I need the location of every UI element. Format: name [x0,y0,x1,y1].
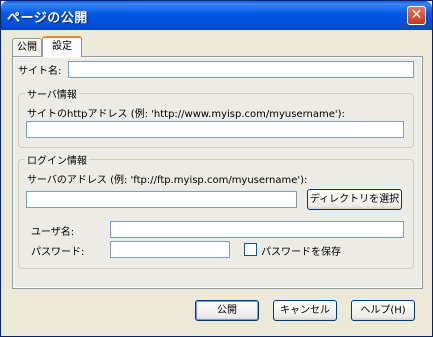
tab-publish-label: 公開 [17,42,37,53]
tab-publish[interactable]: 公開 [12,38,42,56]
save-password-checkbox[interactable] [244,243,257,256]
username-input[interactable] [110,221,404,238]
save-password-label: パスワードを保存 [261,247,341,258]
server-info-group-title: サーバ情報 [25,86,79,101]
publish-page-dialog: ページの公開 ✕ 公開 設定 サイト名: サーバ情報 サイトのhttpアドレス … [0,0,433,337]
http-address-input[interactable] [26,121,404,138]
cancel-button[interactable]: キャンセル [273,300,337,321]
server-address-input[interactable] [26,191,297,208]
select-directory-button[interactable]: ディレクトリを選択 [307,189,402,210]
tab-settings-label: 設定 [52,41,72,52]
publish-button[interactable]: 公開 [195,300,259,321]
close-button[interactable]: ✕ [407,6,426,25]
server-address-label: サーバのアドレス (例: 'ftp://ftp.myisp.com/myuser… [27,175,308,186]
window-title: ページの公開 [7,11,88,26]
site-name-input[interactable] [68,61,414,78]
close-icon: ✕ [410,7,423,23]
http-address-label: サイトのhttpアドレス (例: 'http://www.myisp.com/m… [27,109,345,120]
password-input[interactable] [110,241,230,258]
help-button[interactable]: ヘルプ(H) [351,300,415,321]
title-bar[interactable]: ページの公開 ✕ [1,1,432,30]
tab-settings[interactable]: 設定 [42,36,82,57]
site-name-label: サイト名: [18,66,62,77]
username-label: ユーザ名: [31,227,75,238]
login-info-group-title: ログイン情報 [25,152,89,167]
password-label: パスワード: [31,247,85,258]
